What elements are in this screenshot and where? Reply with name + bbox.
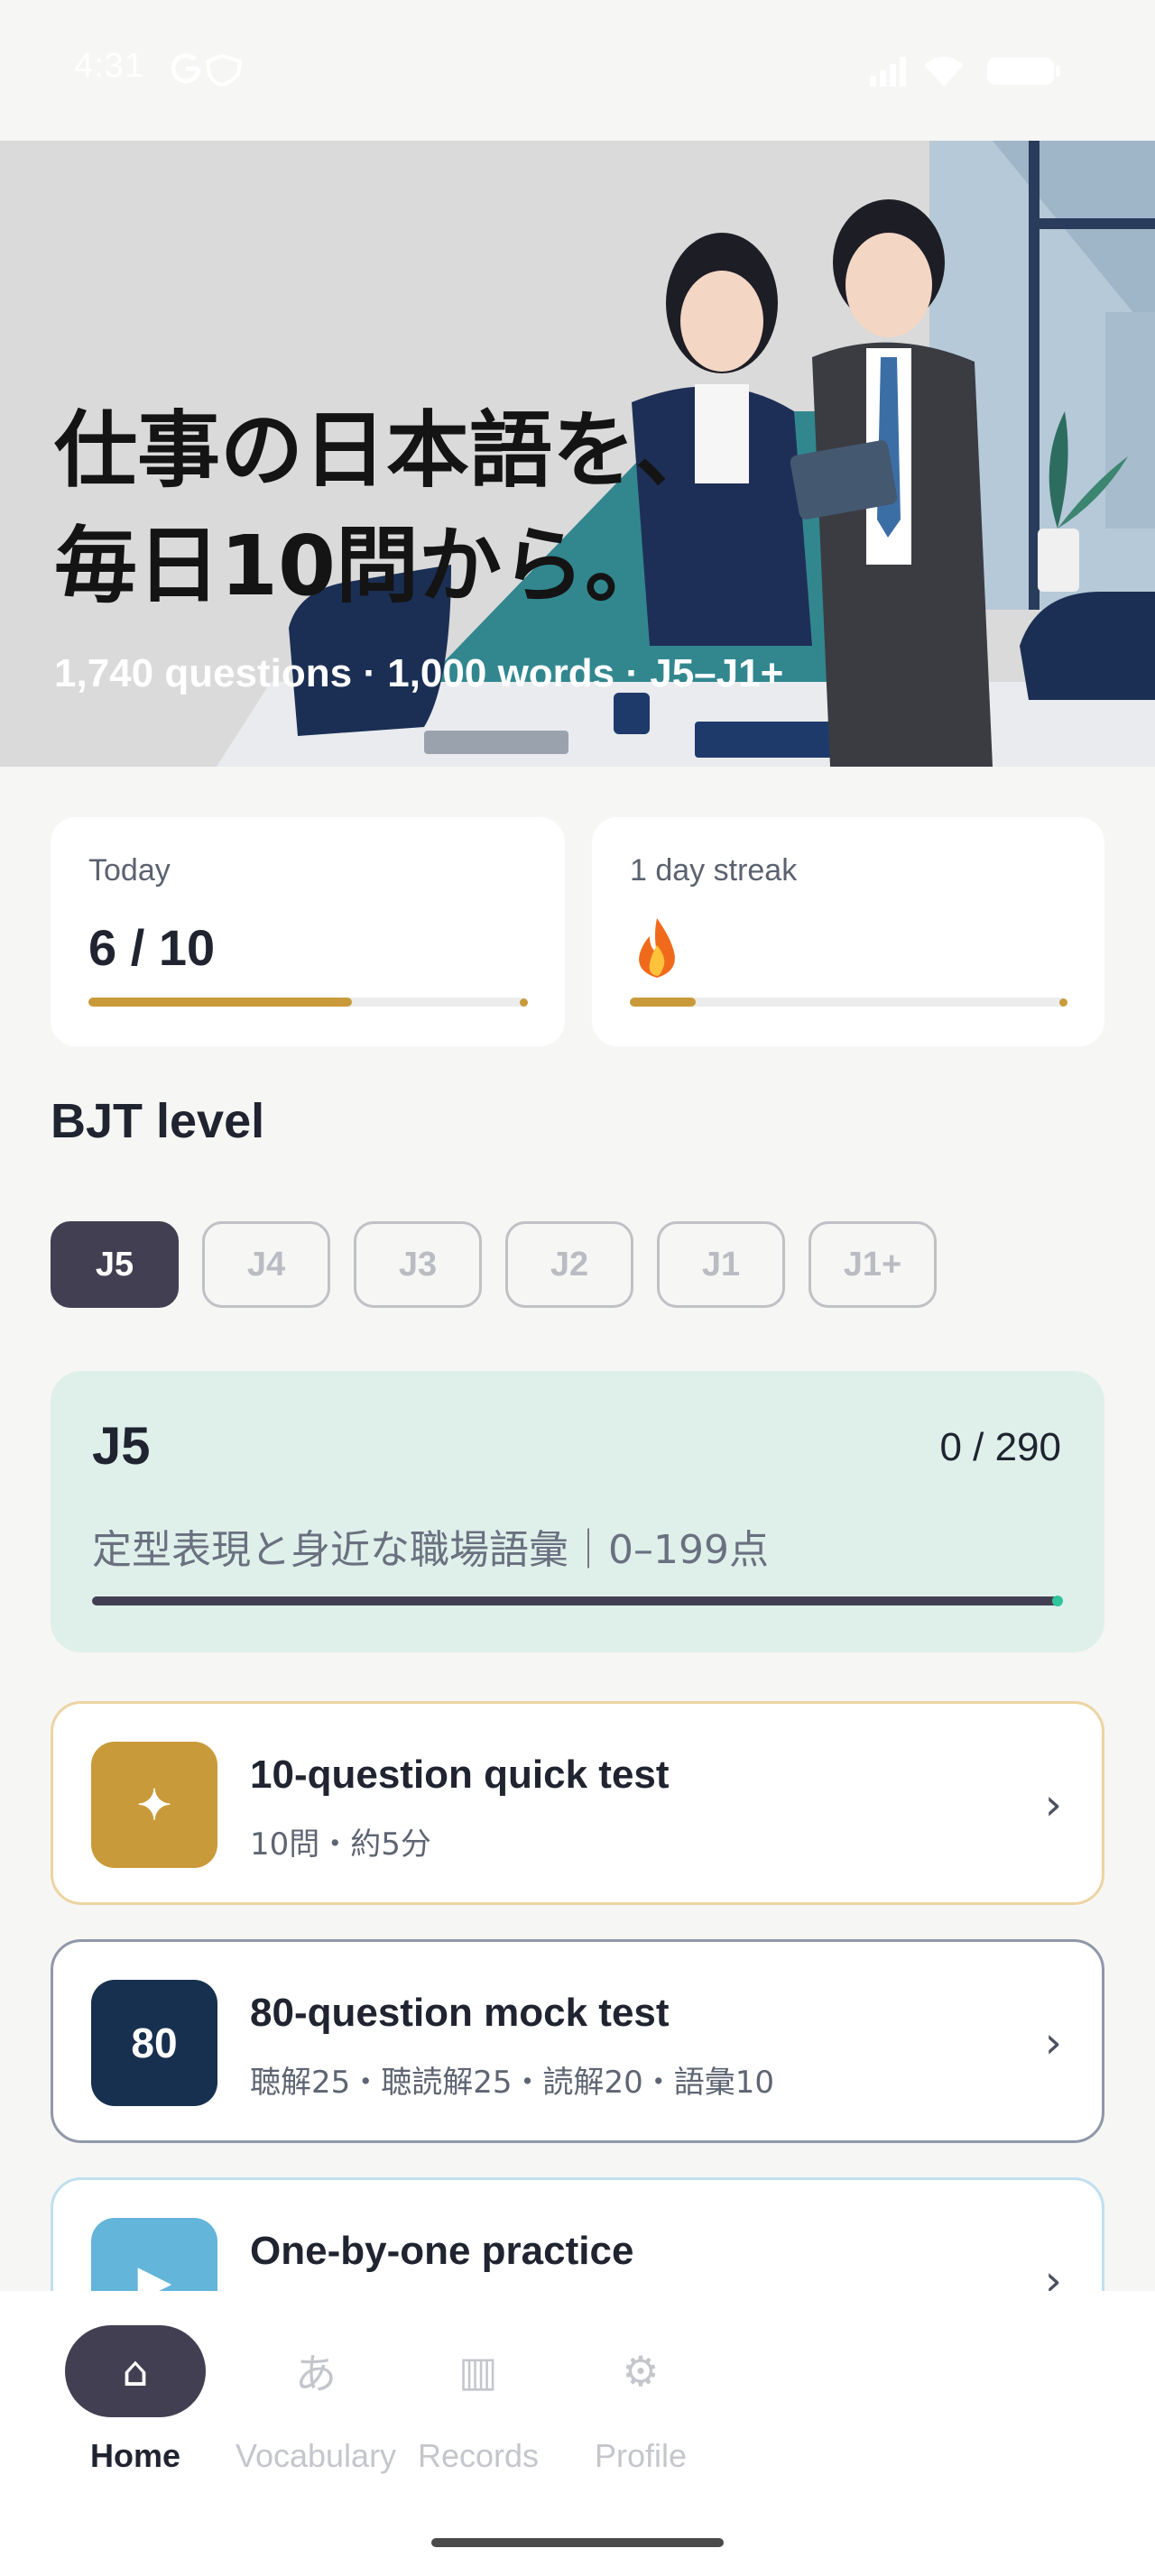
level-card-description: 定型表現と身近な職場語彙｜0–199点 (92, 1527, 769, 1573)
fire-icon (639, 918, 675, 978)
quick-test-title: 10-question quick test (250, 1753, 670, 1797)
hero-banner: 仕事の日本語を、 毎日10問から。 1,740 questions · 1,00… (0, 141, 1155, 767)
level-card-name: J5 (92, 1417, 151, 1476)
sparkle-icon: ✦ (91, 1742, 217, 1868)
google-icon (171, 53, 243, 87)
status-bar: 4:31 (0, 0, 1155, 141)
hero-subtitle: 1,740 questions · 1,000 words · J5–J1+ (54, 651, 784, 695)
nav-item-home[interactable]: ⌂ Home (36, 2325, 235, 2479)
quick-test-card[interactable]: ✦ 10-question quick test 10問・約5分 › (51, 1701, 1104, 1905)
level-card-progress-dot (1052, 1596, 1063, 1606)
gear-icon: ⚙ (622, 2347, 660, 2396)
status-time: 4:31 (74, 47, 144, 85)
level-card-progress: 0 / 290 (939, 1425, 1061, 1469)
hero-title: 仕事の日本語を、 毎日10問から。 (54, 402, 719, 614)
home-icon: ⌂ (65, 2325, 206, 2417)
nav-label: Home (89, 2437, 181, 2474)
level-tab-j3[interactable]: J3 (354, 1221, 482, 1308)
records-icon: ▥ (458, 2347, 498, 2396)
mock-test-title: 80-question mock test (250, 1991, 670, 2035)
practice-title: One-by-one practice (250, 2229, 634, 2273)
level-tab-j5[interactable]: J5 (51, 1221, 179, 1308)
hiragana-a-icon: あ (295, 2350, 337, 2398)
today-progress-fill (88, 998, 352, 1007)
level-tab-j1-plus[interactable]: J1+ (808, 1221, 937, 1308)
nav-label: Profile (594, 2437, 688, 2474)
streak-card[interactable]: 1 day streak (592, 817, 1104, 1046)
chevron-right-icon: › (1044, 1780, 1062, 1830)
today-value: 6 / 10 (88, 919, 216, 976)
today-card[interactable]: Today 6 / 10 (51, 817, 565, 1046)
chevron-right-icon: › (1044, 2018, 1062, 2068)
today-progress-track (88, 998, 528, 1007)
level-tab-j4[interactable]: J4 (202, 1221, 330, 1308)
mock-test-badge-icon: 80 (91, 1980, 217, 2106)
level-tabs: J5 J4 J3 J2 J1 J1+ (51, 1221, 937, 1308)
streak-label: 1 day streak (630, 853, 798, 888)
signal-wifi-battery-icons (870, 57, 1060, 87)
home-indicator (431, 2538, 724, 2547)
streak-progress-track (630, 998, 1067, 1007)
bottom-navigation: ⌂ Home あ Vocabulary ▥ Records ⚙ Profile (0, 2291, 1155, 2576)
screen: 4:31 仕事の日本語を、 毎日10問から。 1,740 questions ·… (0, 0, 1155, 2576)
level-summary-card[interactable]: J5 0 / 290 定型表現と身近な職場語彙｜0–199点 (51, 1371, 1104, 1652)
status-left-icons (168, 51, 249, 90)
mock-test-subtitle: 聴解25・聴読解25・読解20・語彙10 (250, 2065, 775, 2101)
streak-progress-fill (630, 998, 696, 1007)
mock-test-card[interactable]: 80 80-question mock test 聴解25・聴読解25・読解20… (51, 1939, 1104, 2143)
level-tab-j2[interactable]: J2 (505, 1221, 633, 1308)
bjt-level-title: BJT level (51, 1094, 265, 1148)
today-progress-end-dot (520, 998, 528, 1007)
quick-test-subtitle: 10問・約5分 (250, 1826, 431, 1863)
nav-item-profile[interactable]: ⚙ Profile (541, 2325, 740, 2479)
today-label: Today (88, 853, 171, 888)
level-tab-j1[interactable]: J1 (657, 1221, 785, 1308)
status-right-icons (870, 52, 1077, 92)
level-card-progress-track (92, 1596, 1063, 1606)
streak-progress-end-dot (1059, 998, 1067, 1007)
